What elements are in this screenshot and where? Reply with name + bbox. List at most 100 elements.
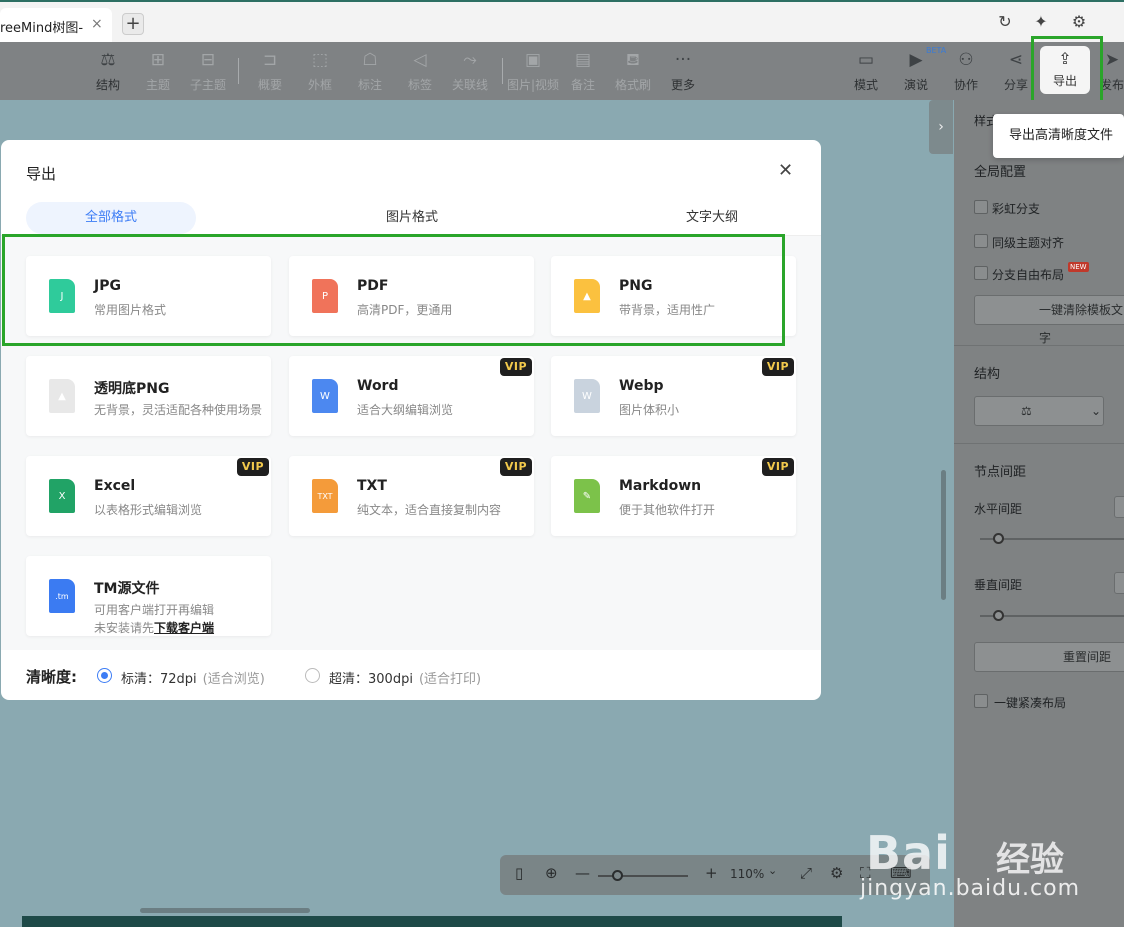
free-layout-label: 分支自由布局 xyxy=(992,268,1065,282)
tool-format-painter[interactable]: ⛾ 格式刷 xyxy=(605,48,661,94)
tool-label: 图片|视频 xyxy=(506,78,560,92)
tool-collaborate[interactable]: ⚇ 协作 xyxy=(938,48,994,94)
tool-label: 主题 xyxy=(145,78,170,92)
tool-mode[interactable]: ▭ 模式 xyxy=(838,48,894,94)
format-name: 透明底PNG xyxy=(94,381,170,397)
tool-summary[interactable]: ⊐ 概要 xyxy=(242,48,298,94)
tool-topic[interactable]: ⊞ 主题 xyxy=(130,48,186,94)
vertical-scrollbar[interactable] xyxy=(941,470,946,600)
tm-file-icon: .tm xyxy=(49,579,75,613)
tab-treemind[interactable]: reeMind树图- × xyxy=(0,8,112,42)
tool-label: 子主题 xyxy=(189,78,226,92)
format-card-excel[interactable]: X Excel 以表格形式编辑浏览 VIP xyxy=(26,456,271,536)
tab-title: reeMind树图- xyxy=(0,21,84,36)
tab-close-icon[interactable]: × xyxy=(91,16,103,32)
zoom-chevron-icon[interactable]: ⌄ xyxy=(768,864,777,877)
format-painter-icon: ⛾ xyxy=(626,50,640,70)
tab-all-formats[interactable]: 全部格式 xyxy=(26,202,196,234)
align-label: 同级主题对齐 xyxy=(992,236,1065,250)
tool-structure[interactable]: ⚖ 结构 xyxy=(80,48,136,94)
pin-icon[interactable]: ✦ xyxy=(1030,12,1052,34)
compact-checkbox[interactable] xyxy=(974,694,988,708)
callout-icon: ☖ xyxy=(362,50,378,70)
format-name: Excel xyxy=(94,478,136,494)
vip-badge: VIP xyxy=(500,358,532,376)
zoom-out-icon[interactable]: — xyxy=(575,864,590,882)
style-panel: 样式 全局配置 彩虹分支 同级主题对齐 分支自由布局 NEW 一键清除模板文字 … xyxy=(954,100,1124,927)
tool-label: 标注 xyxy=(357,78,382,92)
tag-icon: ◁ xyxy=(413,50,427,70)
note-icon: ▤ xyxy=(574,50,592,70)
reset-spacing-button[interactable]: 重置间距 xyxy=(974,642,1124,672)
free-layout-checkbox[interactable] xyxy=(974,266,988,280)
gear-icon[interactable]: ⚙ xyxy=(830,864,843,882)
export-dialog: 导出 ✕ 全部格式 图片格式 文字大纲 J JPG 常用图片格式 P PDF 高… xyxy=(1,140,821,700)
format-card-word[interactable]: W Word 适合大纲编辑浏览 VIP xyxy=(289,356,534,436)
dialog-title: 导出 xyxy=(26,165,57,183)
tool-relation[interactable]: ⤳ 关联线 xyxy=(442,48,498,94)
new-tab-button[interactable]: + xyxy=(122,13,144,35)
format-card-markdown[interactable]: ✎ Markdown 便于其他软件打开 VIP xyxy=(551,456,796,536)
structure-icon: ⚖ xyxy=(100,50,116,70)
tool-label: 结构 xyxy=(95,78,120,92)
rainbow-label: 彩虹分支 xyxy=(992,202,1041,216)
fit-screen-icon[interactable]: ⤢ xyxy=(800,864,812,882)
clear-template-button[interactable]: 一键清除模板文字 xyxy=(974,295,1124,345)
vertical-slider-knob[interactable] xyxy=(993,610,1004,621)
txt-file-icon: TXT xyxy=(312,479,338,513)
structure-icon: ⚖ xyxy=(1021,404,1032,418)
tool-subtopic[interactable]: ⊟ 子主题 xyxy=(180,48,236,94)
refresh-icon[interactable]: ↻ xyxy=(994,12,1016,34)
download-client-link[interactable]: 下载客户端 xyxy=(154,621,214,635)
structure-select[interactable]: ⚖ ⌄ xyxy=(974,396,1104,426)
format-desc: 无背景，灵活适配各种使用场景 xyxy=(94,403,263,417)
format-card-tm[interactable]: .tm TM源文件 可用客户端打开再编辑 未安装请先下载客户端 xyxy=(26,556,271,636)
tool-label: 关联线 xyxy=(451,78,488,92)
tool-image-video[interactable]: ▣ 图片|视频 xyxy=(505,48,561,94)
tool-more[interactable]: ··· 更多 xyxy=(655,48,711,94)
vertical-input[interactable] xyxy=(1114,572,1124,594)
markdown-file-icon: ✎ xyxy=(574,479,600,513)
zoom-in-icon[interactable]: + xyxy=(705,864,718,882)
watermark-brand2: 经验 xyxy=(996,840,1064,880)
zoom-slider-knob[interactable] xyxy=(612,870,623,881)
webp-file-icon: W xyxy=(574,379,600,413)
mouse-icon[interactable]: ▯ xyxy=(515,864,523,882)
settings-icon[interactable]: ⚙ xyxy=(1068,12,1090,34)
format-desc: 纯文本，适合直接复制内容 xyxy=(357,503,502,517)
format-name: TM源文件 xyxy=(94,581,160,597)
ultra-option[interactable]: 超清：300dpi (适合打印) xyxy=(329,668,481,687)
global-config-heading: 全局配置 xyxy=(974,165,1027,180)
locate-icon[interactable]: ⊕ xyxy=(545,864,558,882)
format-card-webp[interactable]: W Webp 图片体积小 VIP xyxy=(551,356,796,436)
zoom-level[interactable]: 110% xyxy=(730,867,764,881)
tool-callout[interactable]: ☖ 标注 xyxy=(342,48,398,94)
panel-collapse-button[interactable]: › xyxy=(929,100,953,154)
radio-ultra[interactable] xyxy=(305,668,320,683)
rainbow-checkbox[interactable] xyxy=(974,200,988,214)
format-desc-secondary: 未安装请先下载客户端 xyxy=(94,619,214,636)
standard-label: 标清：72dpi xyxy=(121,672,197,687)
tab-text-outline[interactable]: 文字大纲 xyxy=(627,202,797,234)
close-icon[interactable]: ✕ xyxy=(778,160,793,181)
relation-line-icon: ⤳ xyxy=(463,50,477,70)
tool-frame[interactable]: ⬚ 外框 xyxy=(292,48,348,94)
tab-image-formats[interactable]: 图片格式 xyxy=(327,202,497,234)
transparent-png-file-icon: ▲ xyxy=(49,379,75,413)
align-checkbox[interactable] xyxy=(974,234,988,248)
export-tooltip: 导出高清晰度文件 xyxy=(993,114,1124,158)
horizontal-slider-knob[interactable] xyxy=(993,533,1004,544)
resolution-label: 清晰度: xyxy=(26,668,77,686)
format-card-transparent-png[interactable]: ▲ 透明底PNG 无背景，灵活适配各种使用场景 xyxy=(26,356,271,436)
subtopic-icon: ⊟ xyxy=(200,50,216,70)
format-desc: 图片体积小 xyxy=(619,403,680,417)
format-card-txt[interactable]: TXT TXT 纯文本，适合直接复制内容 VIP xyxy=(289,456,534,536)
excel-file-icon: X xyxy=(49,479,75,513)
tool-note[interactable]: ▤ 备注 xyxy=(555,48,611,94)
radio-standard[interactable] xyxy=(97,668,112,683)
tool-tag[interactable]: ◁ 标签 xyxy=(392,48,448,94)
horizontal-scrollbar[interactable] xyxy=(140,908,310,913)
new-badge: NEW xyxy=(1068,262,1089,272)
horizontal-input[interactable] xyxy=(1114,496,1124,518)
standard-option[interactable]: 标清：72dpi (适合浏览) xyxy=(121,668,265,687)
